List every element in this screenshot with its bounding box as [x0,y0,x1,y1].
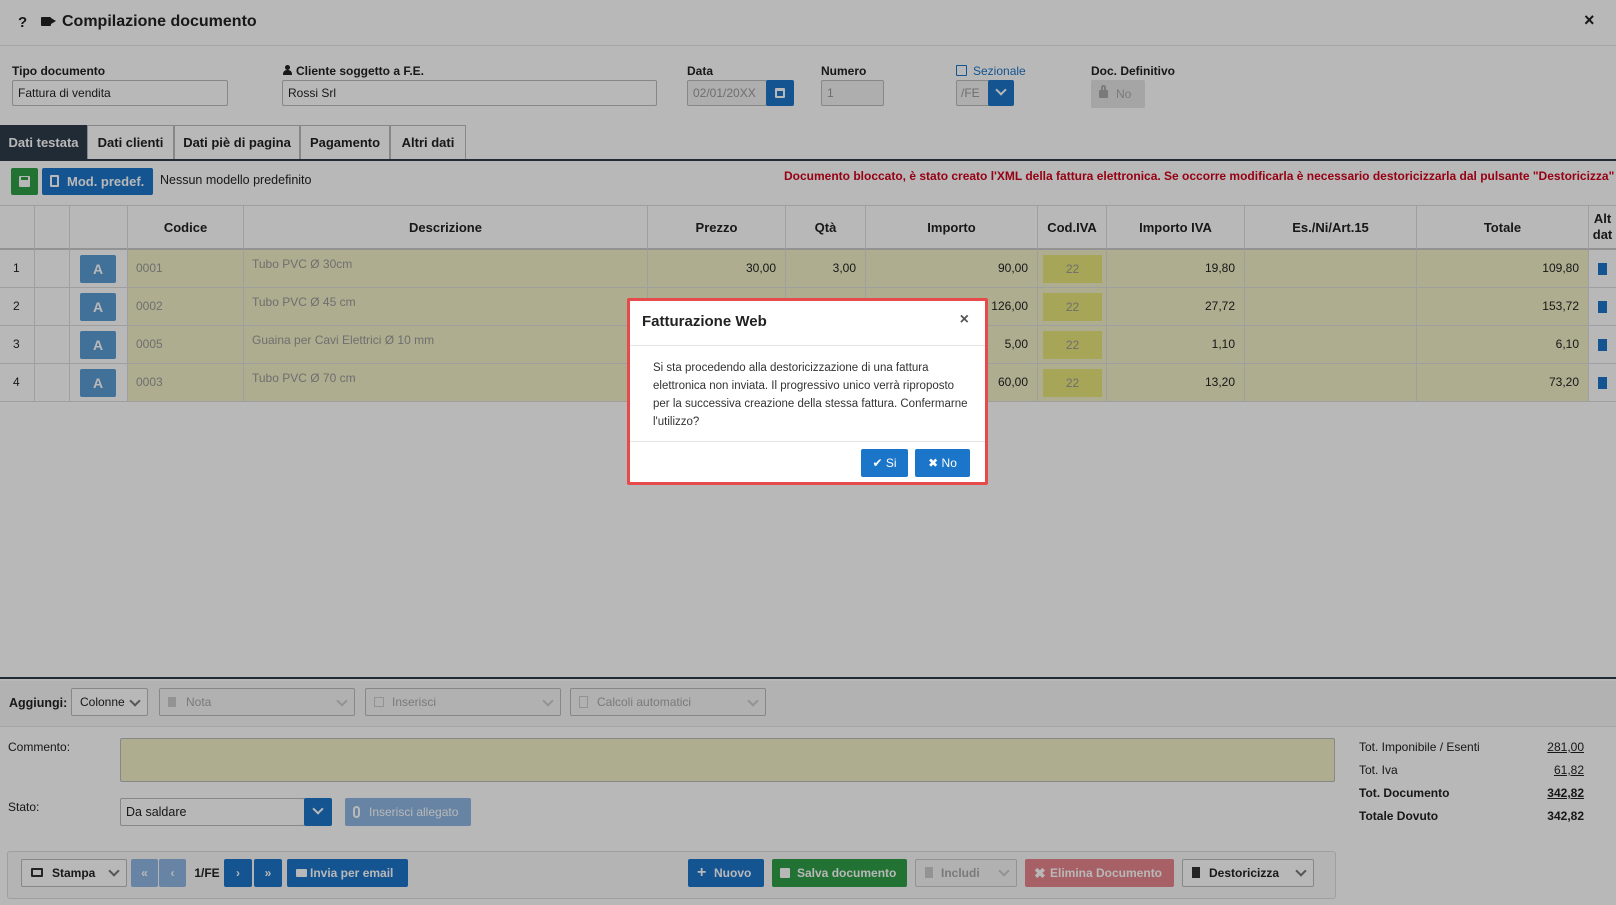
check-icon: ✔ [872,456,883,470]
close-icon: ✖ [928,456,939,470]
no-button[interactable]: ✖ No [915,449,970,477]
dialog-divider [630,345,985,346]
confirm-dialog: Fatturazione Web × Si sta procedendo all… [627,298,988,485]
yes-button[interactable]: ✔ Si [861,449,908,477]
dialog-title: Fatturazione Web [642,313,767,330]
close-icon[interactable]: × [960,311,969,329]
dialog-message: Si sta procedendo alla destoricizzazione… [653,362,968,428]
dialog-divider [630,441,985,442]
